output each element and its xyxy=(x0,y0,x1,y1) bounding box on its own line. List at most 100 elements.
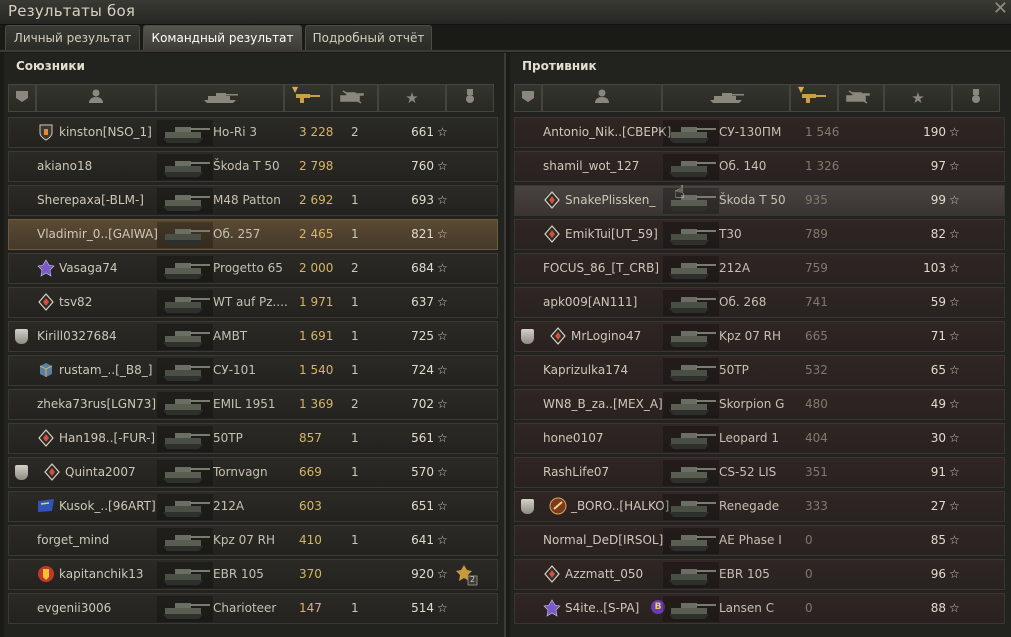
xp-star-icon: ☆ xyxy=(949,363,960,377)
damage-value: 603 xyxy=(299,499,322,513)
player-row[interactable]: RashLife07 CS-52 LIS 351 91 ☆ xyxy=(514,457,1005,488)
player-row[interactable]: S4ite..[S-PA] B Lansen C 0 88 ☆ xyxy=(514,593,1005,624)
xp-cell: 651 xyxy=(394,499,434,513)
player-name[interactable]: Kusok_..[96ART] xyxy=(59,499,156,513)
xp-star-icon: ☆ xyxy=(949,397,960,411)
damage-value: 2 000 xyxy=(299,261,334,275)
tank-image xyxy=(157,562,213,588)
player-name[interactable]: FOCUS_86_[T_CRB] xyxy=(543,261,659,275)
player-name[interactable]: Sherepaxa[-BLM-] xyxy=(37,193,144,207)
player-name[interactable]: kinston[NSO_1] xyxy=(59,125,152,139)
player-name[interactable]: forget_mind xyxy=(37,533,109,547)
player-row[interactable]: WN8_B_za..[MEX_A] Skorpion G 480 49 ☆ xyxy=(514,389,1005,420)
player-name[interactable]: Han198..[-FUR-] xyxy=(59,431,155,445)
xp-star-icon: ☆ xyxy=(437,567,448,581)
player-name[interactable]: MrLogino47 xyxy=(571,329,641,343)
player-name[interactable]: Antonio_Nik..[СВЕРК] xyxy=(543,125,671,139)
tank-image xyxy=(157,290,213,316)
column-header-damage-icon[interactable]: ▼ xyxy=(284,84,332,112)
player-name[interactable]: tsv82 xyxy=(59,295,92,309)
player-name[interactable]: RashLife07 xyxy=(543,465,609,479)
column-header-squad-icon[interactable] xyxy=(8,84,36,112)
player-row[interactable]: kinston[NSO_1] Ho-Ri 3 3 228 2 661 ☆ xyxy=(8,117,498,148)
column-header-player-icon[interactable] xyxy=(36,84,156,112)
xp-star-icon: ★ xyxy=(405,89,419,107)
player-row[interactable]: tsv82 WT auf Pz.... 1 971 1 637 ☆ xyxy=(8,287,498,318)
xp-star-icon: ☆ xyxy=(437,261,448,275)
player-name[interactable]: apk009[AN111] xyxy=(543,295,637,309)
player-row[interactable]: rustam_..[_B8_] СУ-101 1 540 1 724 ☆ xyxy=(8,355,498,386)
player-row[interactable]: Han198..[-FUR-] 50TP 857 1 561 ☆ xyxy=(8,423,498,454)
column-header-xp-star-icon[interactable]: ★ xyxy=(884,84,952,112)
player-name[interactable]: kapitanchik13 xyxy=(59,567,143,581)
tab-detailed-report[interactable]: Подробный отчёт xyxy=(305,25,432,50)
player-row[interactable]: Quinta2007 Tornvagn 669 1 570 ☆ xyxy=(8,457,498,488)
player-row[interactable]: FOCUS_86_[T_CRB] 212A 759 103 ☆ xyxy=(514,253,1005,284)
damage-value: 0 xyxy=(805,533,813,547)
xp-value: 684 xyxy=(411,261,434,275)
player-name[interactable]: evgenii3006 xyxy=(37,601,111,615)
player-row[interactable]: Vladimir_0..[GAIWA] Об. 257 2 465 1 821 ☆ xyxy=(8,219,498,250)
tank-name: AE Phase I xyxy=(719,533,782,547)
player-row[interactable]: SnakePlissken_ Škoda T 50 935 99 ☆ xyxy=(514,185,1005,216)
player-row[interactable]: apk009[AN111] Об. 268 741 59 ☆ xyxy=(514,287,1005,318)
xp-cell: 97 xyxy=(906,159,946,173)
player-name[interactable]: shamil_wot_127 xyxy=(543,159,639,173)
player-row[interactable]: Antonio_Nik..[СВЕРК] СУ-130ПМ 1 546 190 ☆ xyxy=(514,117,1005,148)
tank-name: СУ-130ПМ xyxy=(719,125,782,139)
tank-name: Škoda T 50 xyxy=(213,159,280,173)
player-name[interactable]: Kaprizulka174 xyxy=(543,363,628,377)
xp-value: 96 xyxy=(930,567,946,581)
player-row[interactable]: forget_mind Kpz 07 RH 410 1 641 ☆ xyxy=(8,525,498,556)
column-header-medal-icon[interactable] xyxy=(446,84,494,112)
player-row[interactable]: akiano18 Škoda T 50 2 798 760 ☆ xyxy=(8,151,498,182)
tank-image xyxy=(157,460,213,486)
close-icon[interactable]: ✕ xyxy=(993,0,1008,19)
player-row[interactable]: hone0107 Leopard 1 404 30 ☆ xyxy=(514,423,1005,454)
player-row[interactable]: Kaprizulka174 50TP 532 65 ☆ xyxy=(514,355,1005,386)
player-name[interactable]: Vasaga74 xyxy=(59,261,117,275)
column-header-player-icon[interactable] xyxy=(542,84,662,112)
player-row[interactable]: evgenii3006 Charioteer 147 1 514 ☆ xyxy=(8,593,498,624)
column-header-frags-icon[interactable] xyxy=(332,84,378,112)
player-row[interactable]: Azzmatt_050 EBR 105 0 96 ☆ xyxy=(514,559,1005,590)
frags-value: 2 xyxy=(351,125,359,139)
player-name[interactable]: Kirill0327684 xyxy=(37,329,117,343)
player-row[interactable]: zheka73rus[LGN73] EMIL 1951 1 369 2 702 ☆ xyxy=(8,389,498,420)
column-header-tank-icon[interactable] xyxy=(662,84,790,112)
player-row[interactable]: Sherepaxa[-BLM-] M48 Patton 2 692 1 693 ☆ xyxy=(8,185,498,216)
player-name[interactable]: _BORO..[HALKO] xyxy=(571,499,669,513)
player-name[interactable]: zheka73rus[LGN73] xyxy=(37,397,156,411)
player-name[interactable]: S4ite..[S-PA] xyxy=(565,601,639,615)
column-header-tank-icon[interactable] xyxy=(156,84,284,112)
player-row[interactable]: Kusok_..[96ART] 212A 603 651 ☆ xyxy=(8,491,498,522)
player-row[interactable]: Kirill0327684 AMBT 1 691 1 725 ☆ xyxy=(8,321,498,352)
column-header-frags-icon[interactable] xyxy=(838,84,884,112)
column-header-xp-star-icon[interactable]: ★ xyxy=(378,84,446,112)
player-name[interactable]: Azzmatt_050 xyxy=(565,567,643,581)
player-name[interactable]: akiano18 xyxy=(37,159,92,173)
tab-team-result[interactable]: Командный результат xyxy=(143,25,302,50)
player-row[interactable]: Normal_DeD[IRSOL] AE Phase I 0 85 ☆ xyxy=(514,525,1005,556)
player-row[interactable]: kapitanchik13 EBR 105 370 920 ☆ 2 xyxy=(8,559,498,590)
xp-star-icon: ☆ xyxy=(949,159,960,173)
player-name[interactable]: SnakePlissken_ xyxy=(565,193,655,207)
player-name[interactable]: Vladimir_0..[GAIWA] xyxy=(37,227,158,241)
player-row[interactable]: shamil_wot_127 Об. 140 1 326 97 ☆ xyxy=(514,151,1005,182)
column-header-damage-icon[interactable]: ▼ xyxy=(790,84,838,112)
player-name[interactable]: Normal_DeD[IRSOL] xyxy=(543,533,663,547)
player-row[interactable]: _BORO..[HALKO] Renegade 333 27 ☆ xyxy=(514,491,1005,522)
player-name[interactable]: hone0107 xyxy=(543,431,603,445)
player-name[interactable]: rustam_..[_B8_] xyxy=(59,363,152,377)
player-name[interactable]: WN8_B_za..[MEX_A] xyxy=(543,397,663,411)
medal-icon[interactable]: 2 xyxy=(454,564,478,586)
player-row[interactable]: Vasaga74 Progetto 65 2 000 2 684 ☆ xyxy=(8,253,498,284)
player-name[interactable]: EmikTui[UT_59] xyxy=(565,227,658,241)
xp-value: 641 xyxy=(411,533,434,547)
player-name[interactable]: Quinta2007 xyxy=(65,465,136,479)
tab-personal-result[interactable]: Личный результат xyxy=(5,25,140,50)
column-header-medal-icon[interactable] xyxy=(952,84,1000,112)
column-header-squad-icon[interactable] xyxy=(514,84,542,112)
player-row[interactable]: MrLogino47 Kpz 07 RH 665 71 ☆ xyxy=(514,321,1005,352)
player-row[interactable]: EmikTui[UT_59] T30 789 82 ☆ xyxy=(514,219,1005,250)
